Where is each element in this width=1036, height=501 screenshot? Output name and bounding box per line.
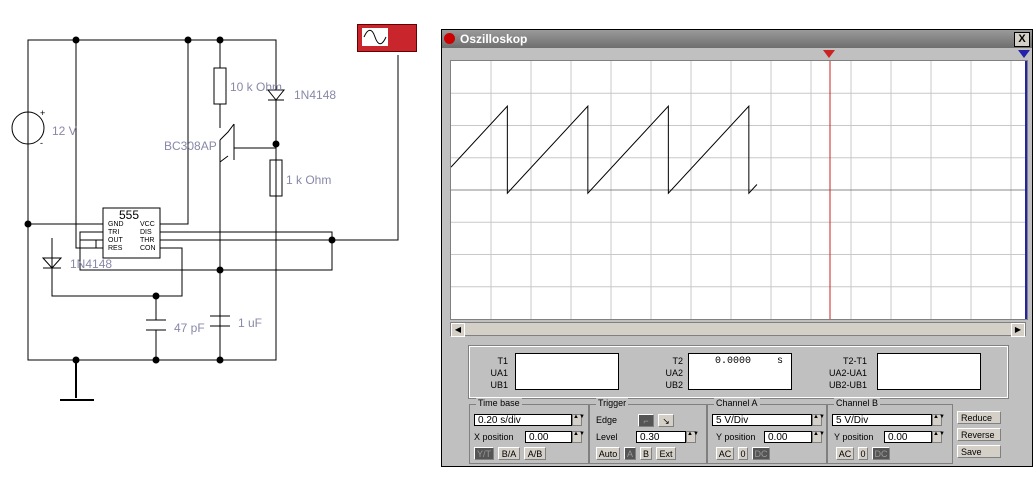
- minus-label: -: [40, 138, 43, 148]
- readout-box-3: [877, 353, 981, 390]
- channel-a-scale-spinner[interactable]: ▲▼: [812, 414, 825, 426]
- c1-label: 47 pF: [174, 321, 205, 335]
- oscilloscope-window: Oszilloskop X ◀ ▶ T1 UA1 UB1 T2 UA2 UB2 0.0000…: [441, 29, 1033, 467]
- channel-a-zero-button[interactable]: 0: [738, 447, 748, 460]
- channel-a-trace: [450, 104, 758, 195]
- channel-b-dc-button[interactable]: DC: [872, 447, 890, 460]
- window-icon: [444, 33, 455, 44]
- level-label: Level: [596, 432, 618, 442]
- readout-box-1: [515, 353, 619, 390]
- readout-labels-1: T1 UA1 UB1: [490, 356, 508, 390]
- mode-yt-button[interactable]: Y/T: [474, 447, 494, 460]
- channel-b-zero-button[interactable]: 0: [858, 447, 868, 460]
- t2-value: 0.0000: [715, 356, 752, 367]
- cursor-2-marker[interactable]: [1018, 50, 1030, 59]
- timebase-spinner[interactable]: ▲▼: [572, 414, 585, 426]
- trigger-auto-button[interactable]: Auto: [596, 447, 620, 460]
- channel-b-ypos-spinner[interactable]: ▲▼: [932, 431, 945, 443]
- level-spinner[interactable]: ▲▼: [686, 431, 699, 443]
- channel-a-ypos-input[interactable]: 0.00: [764, 431, 812, 443]
- readout-labels-3: T2-T1 UA2-UA1 UB2-UB1: [828, 356, 867, 390]
- trigger-ext-button[interactable]: Ext: [656, 447, 676, 460]
- r2-label: 1 k Ohm: [286, 173, 332, 187]
- circuit-schematic: [11, 36, 399, 401]
- channel-a-ypos-spinner[interactable]: ▲▼: [812, 431, 825, 443]
- reduce-button[interactable]: Reduce: [957, 411, 1001, 424]
- edge-falling-button[interactable]: ↘: [658, 414, 674, 427]
- channel-b-scale-select[interactable]: 5 V/Div: [832, 414, 932, 426]
- channel-a-ac-button[interactable]: AC: [716, 447, 734, 460]
- trigger-group: Trigger Edge ⌐ ↘ Level 0.30 ▲▼ Auto A B Ex…: [589, 398, 707, 464]
- ic-pins-right: VCC DIS THR CON: [140, 221, 156, 252]
- timebase-select[interactable]: 0.20 s/div: [474, 414, 572, 426]
- scroll-left-button[interactable]: ◀: [451, 323, 465, 337]
- cursor-1-marker[interactable]: [823, 50, 835, 59]
- mode-ba-button[interactable]: B/A: [498, 447, 520, 460]
- oscilloscope-screen[interactable]: [450, 60, 1028, 320]
- channel-a-scale-select[interactable]: 5 V/Div: [712, 414, 812, 426]
- channel-a-title: Channel A: [714, 398, 760, 408]
- channel-a-ypos-label: Y position: [716, 432, 756, 442]
- t2-unit: s: [777, 356, 784, 367]
- channel-b-scale-spinner[interactable]: ▲▼: [932, 414, 945, 426]
- ic-pins-left: GND TRI OUT RES: [108, 221, 124, 252]
- readout-labels-2: T2 UA2 UB2: [665, 356, 683, 390]
- timebase-group: Time base 0.20 s/div ▲▼ X position 0.00 ▲▼…: [469, 398, 589, 464]
- xpos-label: X position: [474, 432, 514, 442]
- c2-label: 1 uF: [238, 316, 263, 330]
- d1-label: 1N4148: [294, 88, 337, 102]
- trigger-a-button[interactable]: A: [624, 447, 636, 460]
- channel-b-ypos-input[interactable]: 0.00: [884, 431, 932, 443]
- timebase-title: Time base: [476, 398, 522, 408]
- channel-a-group: Channel A 5 V/Div ▲▼ Y position 0.00 ▲▼ AC…: [707, 398, 827, 464]
- save-button[interactable]: Save: [957, 445, 1001, 458]
- title-bar[interactable]: Oszilloskop X: [442, 30, 1032, 48]
- close-button[interactable]: X: [1014, 32, 1030, 47]
- level-input[interactable]: 0.30: [636, 431, 686, 443]
- mode-ab-button[interactable]: A/B: [524, 447, 546, 460]
- horizontal-scrollbar[interactable]: ◀ ▶: [450, 322, 1026, 337]
- wave-icon: [362, 28, 388, 46]
- channel-b-ac-button[interactable]: AC: [836, 447, 854, 460]
- plus-label: +: [40, 108, 46, 118]
- channel-a-dc-button[interactable]: DC: [752, 447, 770, 460]
- d2-label: 1N4148: [70, 257, 113, 271]
- trigger-title: Trigger: [596, 398, 629, 408]
- oscilloscope-instrument-icon[interactable]: [357, 24, 417, 52]
- xpos-input[interactable]: 0.00: [525, 431, 572, 443]
- xpos-spinner[interactable]: ▲▼: [572, 431, 585, 443]
- source-label: 12 V: [52, 124, 77, 138]
- scroll-right-button[interactable]: ▶: [1011, 323, 1025, 337]
- transistor-label: BC308AP: [164, 139, 217, 153]
- trigger-b-button[interactable]: B: [640, 447, 652, 460]
- r1-label: 10 k Ohm: [230, 80, 283, 94]
- channel-b-group: Channel B 5 V/Div ▲▼ Y position 0.00 ▲▼ AC…: [827, 398, 953, 464]
- readout-box-2: 0.0000 s: [688, 353, 792, 390]
- channel-b-title: Channel B: [834, 398, 881, 408]
- channel-b-ypos-label: Y position: [834, 432, 874, 442]
- reverse-button[interactable]: Reverse: [957, 428, 1001, 441]
- window-title: Oszilloskop: [460, 32, 528, 46]
- readout-panel: T1 UA1 UB1 T2 UA2 UB2 0.0000 s T2-T1 UA2-UA1 UB…: [468, 345, 1009, 399]
- ic-label: 555: [119, 208, 140, 222]
- edge-label: Edge: [596, 415, 618, 425]
- edge-rising-button[interactable]: ⌐: [638, 414, 654, 427]
